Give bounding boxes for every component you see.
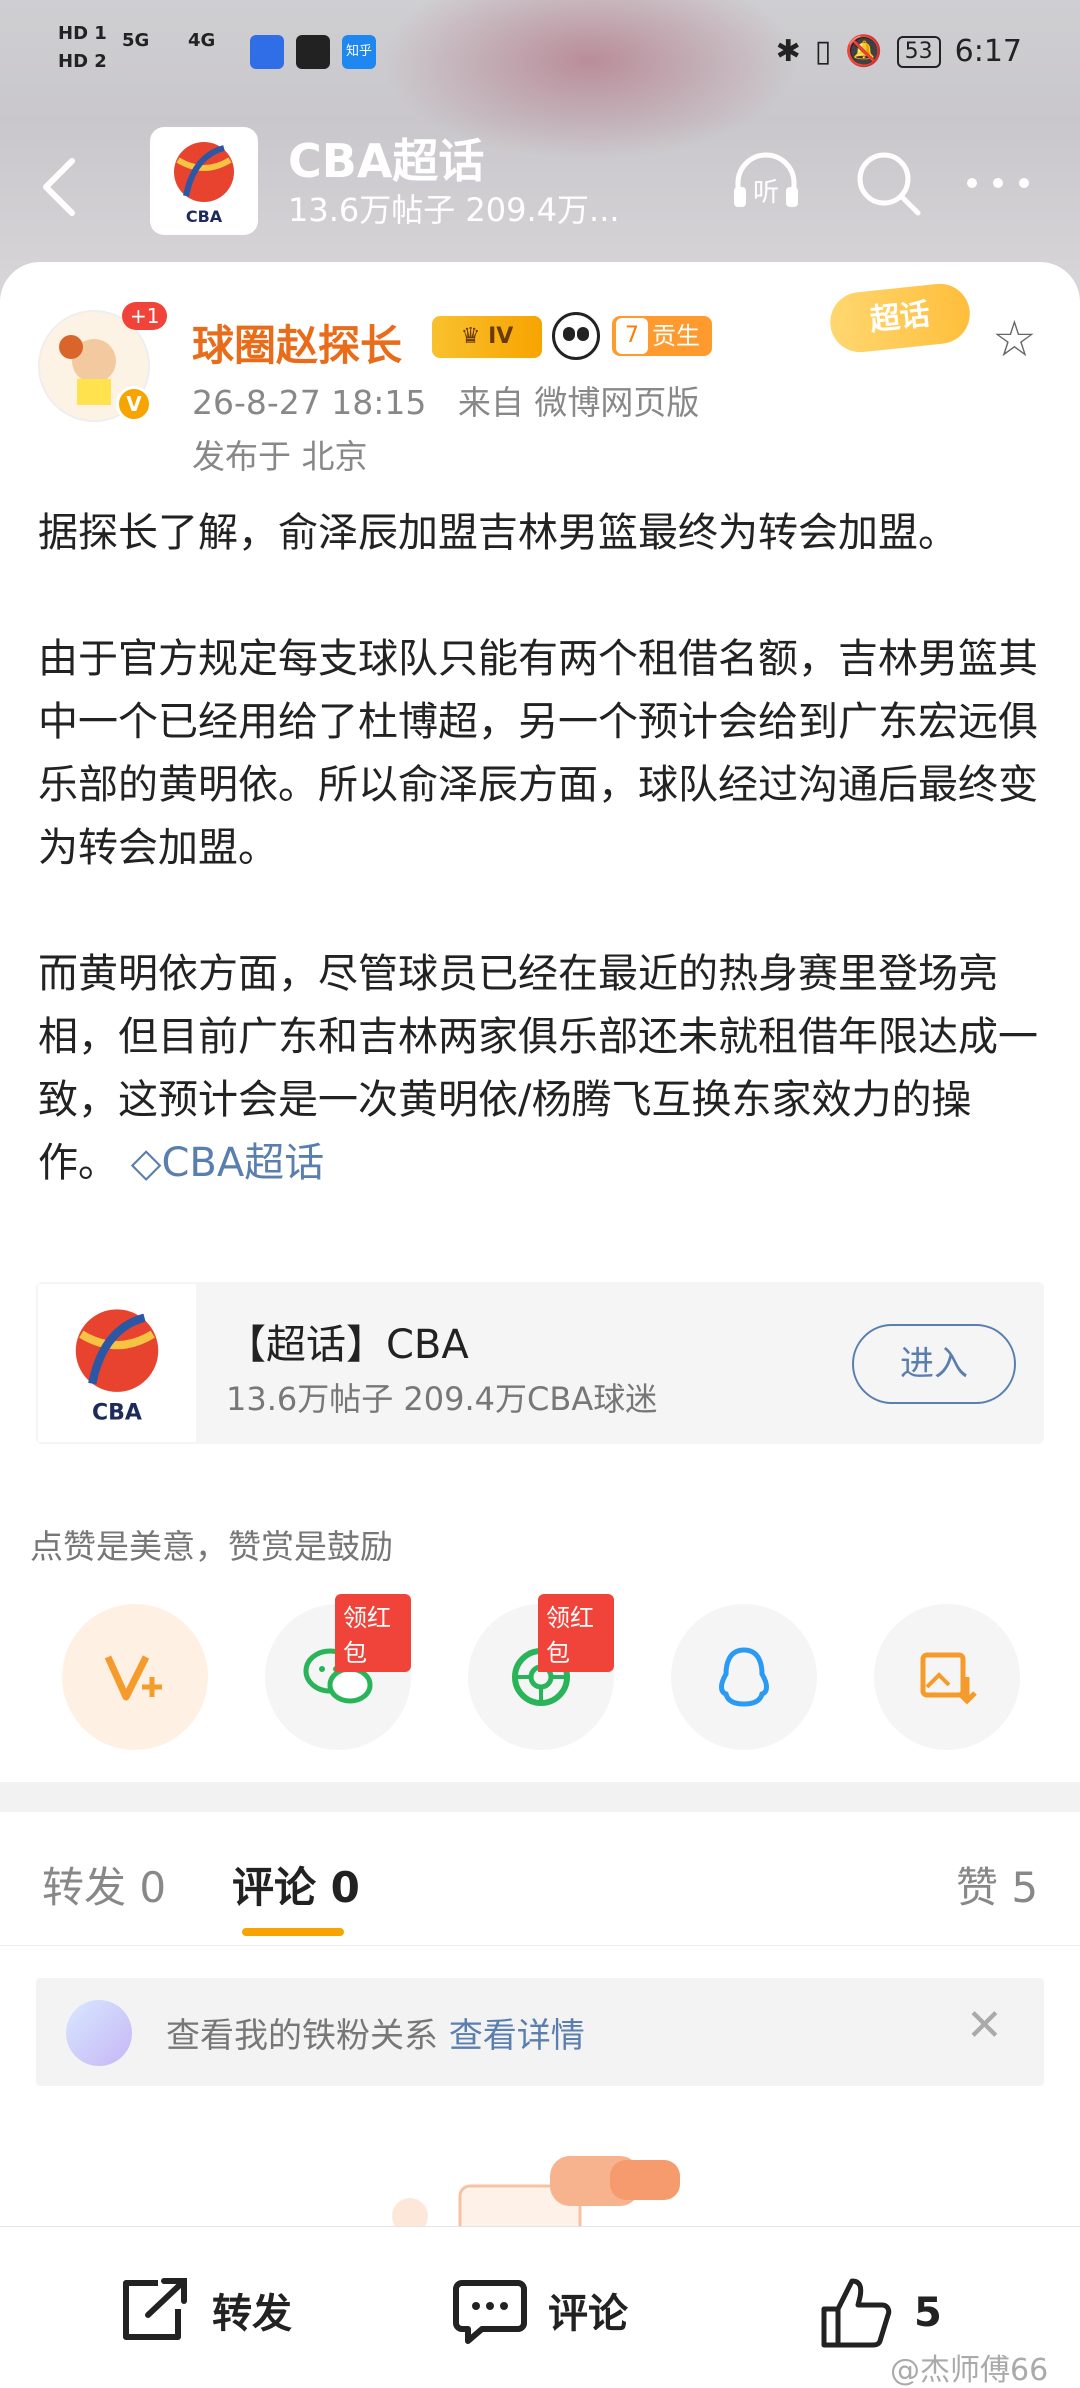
enter-button[interactable]: 进入 — [852, 1324, 1016, 1404]
wechat-share-button[interactable]: 领红包 — [265, 1594, 411, 1750]
like-count: 5 — [914, 2290, 942, 2336]
status-right: ✱ ▯ 🔕 53 6:17 — [776, 34, 1022, 69]
post-time: 26-8-27 18:15 — [192, 383, 427, 422]
bluetooth-icon: ✱ — [775, 34, 801, 69]
super-topic-stats: 13.6万帖子 209.4万CBA球迷 — [226, 1380, 658, 1418]
back-arrow-icon[interactable] — [38, 155, 78, 232]
svg-text:听: 听 — [753, 178, 779, 208]
thumbs-up-icon — [821, 2278, 892, 2348]
repost-button[interactable]: 转发 — [118, 2275, 292, 2345]
search-icon[interactable] — [850, 145, 926, 221]
close-icon[interactable]: ✕ — [966, 2000, 1003, 2051]
tab-comment[interactable]: 评论 0 — [232, 1854, 360, 1915]
topic-link-label: CBA超话 — [161, 1140, 325, 1186]
level-label: IV — [488, 324, 514, 349]
status-bar: HD 1 HD 2 5G 4G 知乎 ✱ ▯ 🔕 53 6:17 — [0, 0, 1080, 110]
verified-badge: V — [116, 386, 152, 422]
reward-button[interactable] — [62, 1604, 208, 1750]
listen-icon[interactable]: 听 — [728, 145, 804, 221]
contribution-badge: 7 贡生 — [612, 316, 712, 356]
praise-tip: 点赞是美意，赞赏是鼓励 — [30, 1527, 393, 1566]
red-packet-badge: 领红包 — [335, 1594, 411, 1672]
interaction-tabs: 转发 0 评论 0 赞 5 — [0, 1812, 1080, 1946]
post-meta: 26-8-27 18:15 来自 微博网页版 — [192, 376, 699, 424]
red-packet-badge: 领红包 — [538, 1594, 614, 1672]
app-notification-icon — [250, 35, 284, 69]
tab-like[interactable]: 赞 5 — [956, 1854, 1038, 1915]
crown-icon: ♛ — [460, 324, 489, 349]
post-body: 据探长了解，俞泽辰加盟吉林男篮最终为转会加盟。 由于官方规定每支球队只能有两个租… — [38, 502, 1048, 1195]
sim1-label: HD 1 — [58, 23, 107, 44]
sim-indicators: HD 1 HD 2 — [58, 20, 107, 76]
comment-label: 评论 — [548, 2291, 628, 2337]
iron-fan-label: 查看我的铁粉关系 — [166, 2016, 438, 2056]
zhihu-label: 知乎 — [345, 44, 372, 59]
share-icon — [123, 2278, 187, 2340]
topic-link[interactable]: ◇CBA超话 — [118, 1140, 325, 1186]
super-topic-logo: CBA — [38, 1284, 196, 1442]
panda-icon — [552, 312, 600, 360]
page-subtitle: 13.6万帖子 209.4万... — [288, 191, 620, 229]
top-nav: CBA CBA超话 13.6万帖子 209.4万... 听 — [0, 115, 1080, 245]
post-source: 来自 微博网页版 — [457, 383, 700, 422]
contribution-label: 贡生 — [652, 322, 700, 350]
super-topic-title: 【超话】CBA — [226, 1322, 469, 1368]
active-tab-indicator — [242, 1928, 344, 1936]
page-title: CBA超话 — [288, 134, 485, 188]
mute-icon: 🔕 — [845, 34, 883, 69]
network-5g-label: 5G — [122, 30, 150, 51]
chaohua-tag: 超话 — [827, 280, 973, 356]
tab-repost[interactable]: 转发 0 — [42, 1854, 166, 1915]
more-icon[interactable] — [960, 145, 1036, 221]
qq-share-button[interactable] — [671, 1604, 817, 1750]
like-button[interactable]: 5 — [818, 2275, 942, 2351]
author-name[interactable]: 球圈赵探长 — [192, 312, 402, 373]
empty-comments-illustration — [392, 2156, 680, 2226]
svg-text:CBA: CBA — [92, 1400, 142, 1425]
post-paragraph: 据探长了解，俞泽辰加盟吉林男篮最终为转会加盟。 — [38, 510, 958, 556]
favorite-star-icon[interactable]: ☆ — [992, 310, 1037, 368]
vibrate-icon: ▯ — [814, 34, 832, 69]
post-paragraph: 由于官方规定每支球队只能有两个租借名额，吉林男篮其中一个已经用给了杜博超，另一个… — [38, 636, 1038, 871]
sim2-label: HD 2 — [58, 51, 107, 72]
iron-fan-text: 查看我的铁粉关系 查看详情 — [166, 2008, 585, 2057]
contribution-level: 7 — [616, 318, 648, 354]
iron-fan-banner[interactable]: 查看我的铁粉关系 查看详情 ✕ — [36, 1978, 1044, 2086]
super-topic-card[interactable]: CBA 【超话】CBA 13.6万帖子 209.4万CBA球迷 进入 — [36, 1282, 1044, 1444]
watermark: @杰师傅66 — [890, 2353, 1049, 2388]
view-details-link[interactable]: 查看详情 — [449, 2016, 585, 2056]
diamond-icon: ◇ — [130, 1140, 162, 1186]
comment-button[interactable]: 评论 — [452, 2275, 628, 2345]
repost-label: 转发 — [212, 2291, 292, 2337]
battery-icon: 53 — [896, 35, 941, 68]
comment-area: 查看我的铁粉关系 查看详情 ✕ — [0, 1946, 1080, 2226]
clock: 6:17 — [954, 34, 1022, 69]
diamond-badge-icon — [66, 2000, 132, 2066]
cba-logo[interactable]: CBA — [150, 127, 258, 235]
avatar-badge: +1 — [122, 302, 168, 330]
svg-text:CBA: CBA — [186, 207, 223, 226]
post-card: +1 V 球圈赵探长 ♛ IV 7 贡生 26-8-27 18:15 来自 微博… — [0, 262, 1080, 1782]
network-4g-label: 4G — [188, 30, 216, 51]
app-notification-icon — [296, 35, 330, 69]
share-actions: 领红包 领红包 — [62, 1594, 1022, 1752]
bottom-action-bar: 转发 评论 5 @杰师傅66 — [0, 2226, 1080, 2388]
comment-icon — [453, 2280, 527, 2344]
save-image-button[interactable] — [874, 1604, 1020, 1750]
level-badge: ♛ IV — [432, 316, 542, 358]
zhihu-icon: 知乎 — [342, 35, 376, 69]
post-location: 发布于 北京 — [192, 437, 368, 476]
moments-share-button[interactable]: 领红包 — [468, 1594, 614, 1750]
